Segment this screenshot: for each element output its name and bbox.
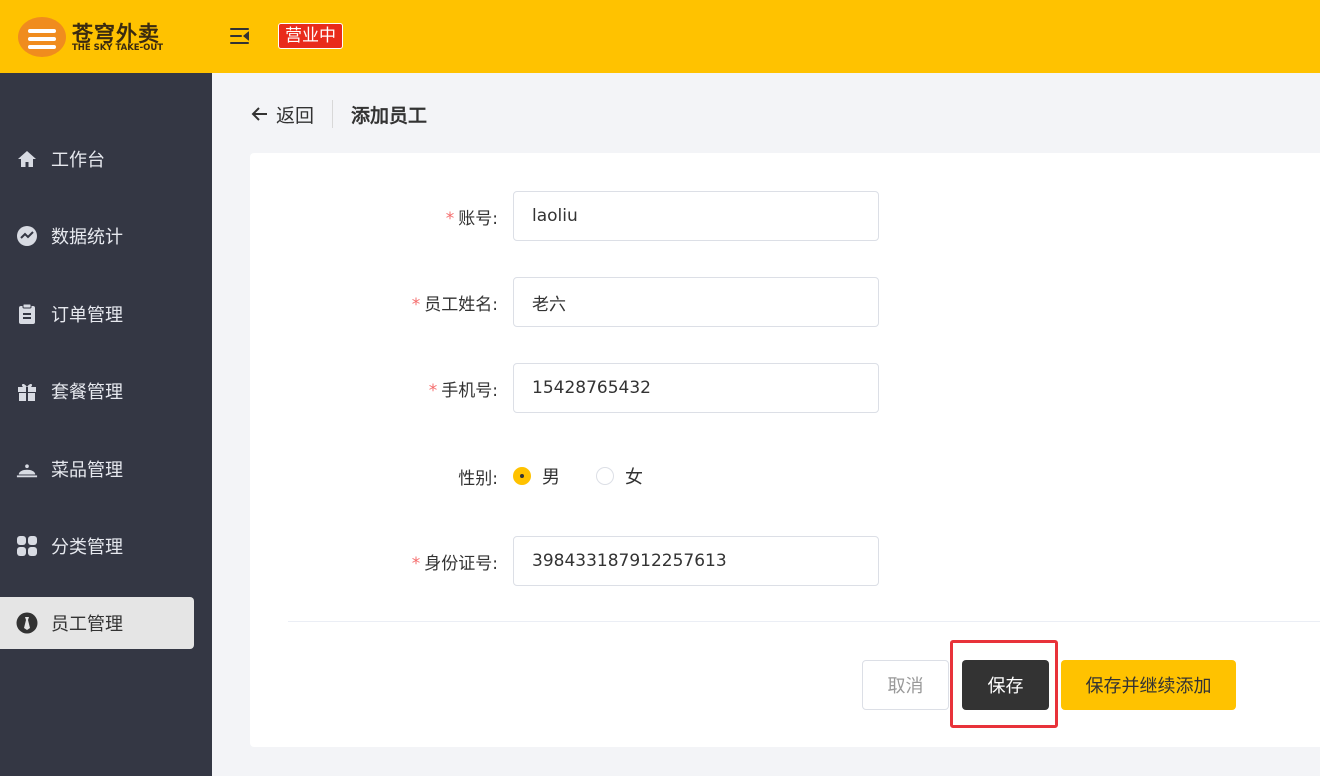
gift-icon	[16, 380, 38, 402]
sidebar-item-label: 分类管理	[51, 537, 123, 558]
gender-radio-group: 男 女	[513, 451, 679, 501]
page-title: 添加员工	[351, 104, 428, 127]
clipboard-icon	[16, 303, 38, 325]
sidebar-item-label: 员工管理	[51, 614, 123, 635]
name-label: * 员工姓名:	[411, 294, 498, 315]
back-label: 返回	[276, 104, 315, 127]
phone-row: * 手机号:	[250, 363, 1320, 413]
gender-female-radio[interactable]: 女	[596, 463, 643, 489]
logo: 苍穹外卖 THE SKY TAKE-OUT	[18, 14, 178, 60]
radio-unchecked-icon	[596, 467, 614, 485]
id-number-label: * 身份证号:	[411, 553, 498, 574]
gender-row: 性别: 男 女	[250, 451, 1320, 501]
back-button[interactable]: 返回	[250, 101, 314, 128]
cloche-icon	[16, 458, 38, 480]
radio-label: 男	[542, 467, 560, 488]
sidebar-item-combos[interactable]: 套餐管理	[0, 365, 194, 417]
sidebar-item-label: 数据统计	[51, 227, 123, 248]
name-input[interactable]	[513, 277, 879, 327]
save-button[interactable]: 保存	[962, 660, 1049, 710]
sidebar: 工作台 数据统计 订单管理 套餐管理 菜品管理 分类管理 员工管理	[0, 73, 212, 776]
sidebar-item-statistics[interactable]: 数据统计	[0, 210, 194, 262]
id-number-row: * 身份证号:	[250, 536, 1320, 586]
menu-collapse-icon[interactable]	[230, 25, 252, 47]
sidebar-item-dishes[interactable]: 菜品管理	[0, 443, 194, 495]
employee-icon	[16, 612, 38, 634]
home-icon	[16, 148, 38, 170]
sidebar-item-employees[interactable]: 员工管理	[0, 597, 194, 649]
radio-checked-icon	[513, 467, 531, 485]
gender-male-radio[interactable]: 男	[513, 463, 560, 489]
phone-input[interactable]	[513, 363, 879, 413]
arrow-left-icon	[251, 107, 267, 121]
grid-icon	[16, 535, 38, 557]
sidebar-item-label: 菜品管理	[51, 460, 123, 481]
status-badge: 营业中	[278, 23, 343, 49]
sidebar-item-categories[interactable]: 分类管理	[0, 520, 194, 572]
username-input[interactable]	[513, 191, 879, 241]
username-row: * 账号:	[250, 191, 1320, 241]
username-label: * 账号:	[445, 208, 498, 229]
name-row: * 员工姓名:	[250, 277, 1320, 327]
sidebar-item-label: 套餐管理	[51, 382, 123, 403]
form-card: *账号: *员工姓名: *手机号: 性别: 男 女 *身份证号: 取消 保存 保…	[250, 153, 1320, 747]
sidebar-item-workbench[interactable]: 工作台	[0, 133, 194, 185]
sidebar-item-orders[interactable]: 订单管理	[0, 288, 194, 340]
id-number-input[interactable]	[513, 536, 879, 586]
logo-subtext: THE SKY TAKE-OUT	[72, 43, 164, 53]
logo-mark-icon	[18, 17, 66, 57]
breadcrumb: 返回 添加员工	[250, 96, 427, 132]
chart-icon	[16, 225, 38, 247]
sidebar-item-label: 订单管理	[51, 305, 123, 326]
gender-label: 性别:	[458, 468, 498, 489]
cancel-button[interactable]: 取消	[862, 660, 949, 710]
save-and-continue-button[interactable]: 保存并继续添加	[1061, 660, 1236, 710]
radio-label: 女	[625, 467, 643, 488]
top-header: 苍穹外卖 THE SKY TAKE-OUT 营业中	[0, 0, 1320, 73]
breadcrumb-divider	[332, 100, 334, 128]
form-divider	[288, 621, 1320, 622]
phone-label: * 手机号:	[428, 380, 498, 401]
sidebar-item-label: 工作台	[51, 150, 105, 171]
